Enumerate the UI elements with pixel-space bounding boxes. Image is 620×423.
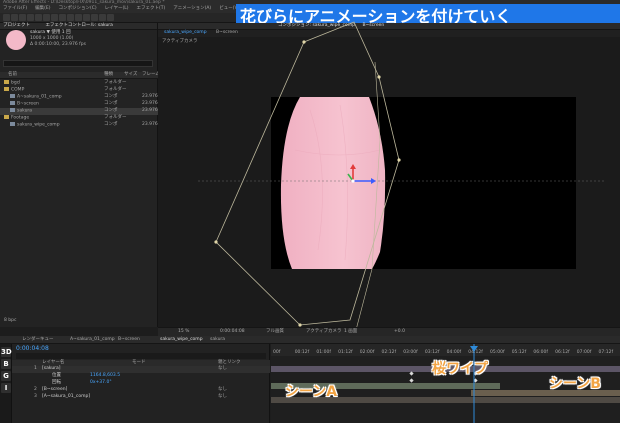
property-value[interactable]: 1164.8,603.5 xyxy=(90,373,120,379)
layer-name: 回転 xyxy=(52,380,61,385)
timeline-timecode[interactable]: 0:00:04:08 xyxy=(16,346,49,352)
layer-row[interactable]: 1 [sakura] なし xyxy=(12,366,270,373)
motion-path-keyframe[interactable] xyxy=(214,240,218,244)
motion-path-keyframe[interactable] xyxy=(397,158,401,162)
callout-scene-a: シーンA xyxy=(285,384,338,400)
callout-sakura-wipe: 桜ワイプ xyxy=(432,361,488,377)
tab-render-queue[interactable]: レンダーキュー xyxy=(22,337,54,343)
layer-parent[interactable]: なし xyxy=(218,394,227,400)
exposure-value[interactable]: +0.0 xyxy=(394,329,405,335)
viewer-controls-bar: 15 % 0:00:04:08 フル画質 アクティブカメラ 1 画面 +0.0 xyxy=(158,327,620,336)
resolution-select[interactable]: フル画質 xyxy=(266,329,284,335)
layer-name: [A~sakura_01_comp] xyxy=(42,394,91,399)
side-badge-g: G xyxy=(1,371,11,381)
layer-parent[interactable]: なし xyxy=(218,387,227,393)
sakura-petal-shape[interactable] xyxy=(280,97,386,269)
layer-number: 1 xyxy=(34,366,37,371)
view-layout-select[interactable]: 1 画面 xyxy=(344,329,357,335)
layer-property-row[interactable]: 位置 1164.8,603.5 xyxy=(12,373,270,380)
layer-name: [sakura] xyxy=(42,366,61,371)
layer-row[interactable]: 3 [A~sakura_01_comp] なし xyxy=(12,394,270,401)
layer-number: 2 xyxy=(34,387,37,392)
motion-path-keyframe[interactable] xyxy=(302,40,306,44)
side-badge-b: B xyxy=(1,359,11,369)
side-badge-3d: 3D xyxy=(1,347,12,357)
camera-select[interactable]: アクティブカメラ xyxy=(306,329,342,335)
tab-sakura01-comp[interactable]: A~sakura_01_comp xyxy=(70,337,115,343)
side-badge-i: I xyxy=(1,383,11,393)
motion-path-keyframe[interactable] xyxy=(377,75,381,79)
layer-name: 位置 xyxy=(52,373,61,378)
tab-sakura[interactable]: sakura xyxy=(210,337,225,343)
timeline-tabs: レンダーキュー A~sakura_01_comp B~screen sakura… xyxy=(0,336,620,344)
layer-parent[interactable]: なし xyxy=(218,366,227,372)
zoom-select[interactable]: 15 % xyxy=(178,329,189,335)
tab-wipe-comp[interactable]: sakura_wipe_comp xyxy=(160,337,203,343)
keyframe-marker[interactable] xyxy=(409,378,414,383)
layer-property-row[interactable]: 回転 0x+37.0° xyxy=(12,380,270,387)
layer-name: [B~screen] xyxy=(42,387,68,392)
property-value[interactable]: 0x+37.0° xyxy=(90,380,112,386)
viewer-timecode[interactable]: 0:00:04:08 xyxy=(220,329,245,335)
layer-number: 3 xyxy=(34,394,37,399)
layer-row[interactable]: 2 [B~screen] なし xyxy=(12,387,270,394)
tab-screen[interactable]: B~screen xyxy=(118,337,140,343)
playhead-handle-icon[interactable] xyxy=(470,346,478,352)
callout-scene-b: シーンB xyxy=(549,376,601,392)
keyframe-marker[interactable] xyxy=(409,371,414,376)
timeline-search-input[interactable] xyxy=(16,353,266,359)
